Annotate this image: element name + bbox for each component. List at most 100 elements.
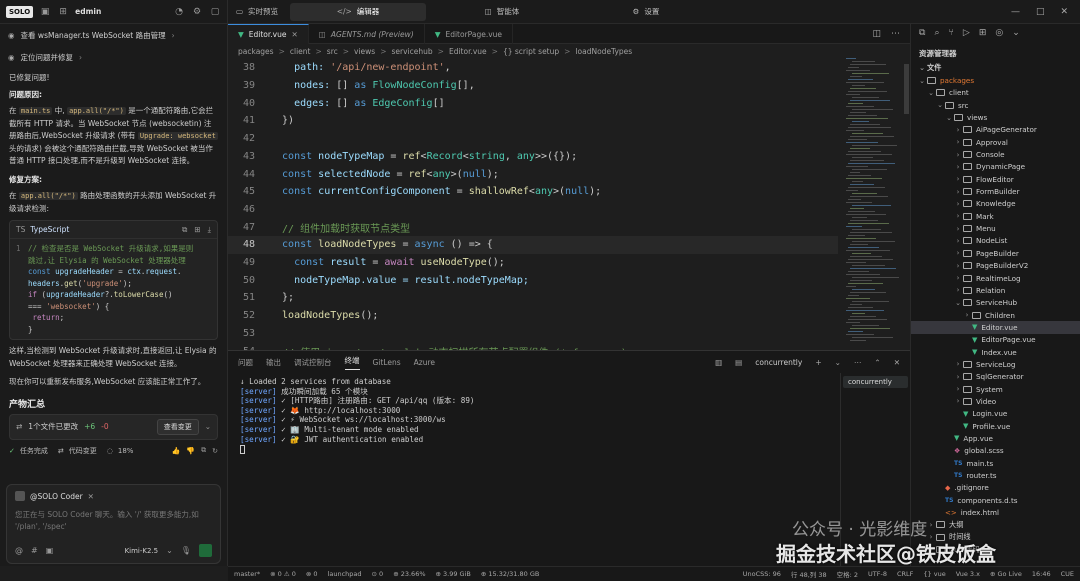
model-chevron-icon[interactable]: ⌄ [166,546,173,555]
grid-icon[interactable]: ⊞ [57,6,69,18]
thumb-down-icon[interactable]: 👎 [186,447,195,455]
code-line[interactable]: 48 const loadNodeTypes = async () => { [228,236,838,254]
mic-icon[interactable]: 🎙 [181,546,191,555]
model-select[interactable]: Kimi-K2.5 [125,547,159,555]
tab-settings[interactable]: ⚙ 设置 [578,3,714,21]
tree-folder[interactable]: › Relation [911,284,1080,296]
tree-file[interactable]: TS router.ts [911,469,1080,481]
breadcrumb-item[interactable]: {} script setup [503,47,559,56]
terminal-name[interactable]: concurrently [755,358,802,367]
status-indent[interactable]: 空格: 2 [837,569,858,579]
chevron-down-icon[interactable]: ⌄ [1012,28,1020,38]
code-line[interactable]: 43 const nodeTypeMap = ref < Record < string… [228,148,838,166]
tree-folder[interactable]: › FlowEditor [911,173,1080,185]
panel-tab-azure[interactable]: Azure [414,358,435,367]
code-line[interactable]: 45 const currentConfigComponent = shallo… [228,183,838,201]
breadcrumb-item[interactable]: packages [238,47,274,56]
settings-icon[interactable]: ⚙ [191,6,203,18]
source-control-icon[interactable]: ⑂ [948,28,953,38]
split-editor-icon[interactable]: ◫ [872,29,881,39]
retry-icon[interactable]: ↻ [212,447,218,455]
close-panel-icon[interactable]: ✕ [894,358,900,367]
close-icon[interactable]: ✕ [291,30,297,39]
split-icon[interactable]: ⌄ [835,358,841,367]
chat-placeholder[interactable]: 您正在与 SOLO Coder 聊天。输入 '/' 获取更多能力,如 '/pla… [7,507,220,535]
tree-folder[interactable]: › Children [911,309,1080,321]
view-changes-button[interactable]: 查看变更 [156,418,199,435]
tree-folder[interactable]: › PageBuilder [911,247,1080,259]
send-button[interactable] [199,544,212,557]
scrollbar[interactable] [904,64,909,114]
tree-folder[interactable]: › PageBuilderV2 [911,260,1080,272]
search-icon[interactable]: ⌕ [934,28,939,38]
thumb-up-icon[interactable]: 👍 [172,447,181,455]
cross-icon[interactable]: ✕ [88,492,94,501]
files-icon[interactable]: ⧉ [919,28,925,38]
status-sync[interactable]: ⊗ 0 ⚠ 0 [270,570,296,578]
sidebar-toggle-icon[interactable]: ▣ [39,6,51,18]
breadcrumb-item[interactable]: servicehub [392,47,433,56]
code-line[interactable]: 53 [228,325,838,343]
tree-folder[interactable]: › Menu [911,222,1080,234]
terminal-output[interactable]: ↓ Loaded 2 services from database [server… [240,377,475,455]
editor-tab-editor-vue[interactable]: ▼ Editor.vue ✕ [228,24,309,44]
tree-folder[interactable]: › 大纲 [911,519,1080,531]
tab-live-preview[interactable]: ▭ 实时预览 [228,3,286,21]
panel-tab-output[interactable]: 输出 [266,357,281,368]
task-item-view-ws[interactable]: ◉ 查看 wsManager.ts WebSocket 路由管理 › [0,24,227,46]
breadcrumb-item[interactable]: views [354,47,375,56]
status-unocss[interactable]: UnoCSS: 96 [743,570,781,578]
tree-file[interactable]: ▼ EditorPage.vue [911,334,1080,346]
code-change-label[interactable]: 代码变更 [69,446,97,456]
tree-folder[interactable]: › SqlGenerator [911,371,1080,383]
layout-icon[interactable]: ▢ [209,6,221,18]
tree-folder[interactable]: ⌄ ServiceHub [911,297,1080,309]
code-line[interactable]: 40 edges: [] as EdgeConfig[] [228,94,838,112]
tree-folder[interactable]: ⌄ client [911,87,1080,99]
tree-file[interactable]: TS main.ts [911,457,1080,469]
status-vue-version[interactable]: Vue 3.x [956,570,980,578]
editor-tab-agents-md[interactable]: ◫ AGENTS.md (Preview) [309,24,425,44]
tree-folder[interactable]: › DynamicPage [911,161,1080,173]
status-cue[interactable]: CUE [1061,570,1074,578]
panel-tab-gitlens[interactable]: GitLens [373,358,401,367]
tree-folder[interactable]: › NodeList [911,235,1080,247]
tree-folder[interactable]: › FormBuilder [911,185,1080,197]
tree-file[interactable]: ▼ Index.vue [911,346,1080,358]
tree-folder[interactable]: › Mark [911,210,1080,222]
panel-tab-problems[interactable]: 问题 [238,357,253,368]
minimize-icon[interactable]: — [1011,7,1020,17]
code-line[interactable]: 52 loadNodeTypes (); [228,307,838,325]
terminal-list-item[interactable]: concurrently [843,376,908,388]
breadcrumb-item[interactable]: src [327,47,338,56]
status-encoding[interactable]: UTF-8 [868,570,887,578]
file-change-card[interactable]: ⇄ 1个文件已更改 +6 -0 查看变更 ⌄ [9,413,218,440]
tree-file[interactable]: ▼ Profile.vue [911,420,1080,432]
tree-folder[interactable]: › Knowledge [911,198,1080,210]
code-line[interactable]: 38 path: '/api/new-endpoint', [228,59,838,77]
tree-file[interactable]: ▼ App.vue [911,432,1080,444]
minimap[interactable] [846,58,908,350]
bell-icon[interactable]: ◔ [173,6,185,18]
code-line[interactable]: 46 [228,201,838,219]
layout-icon[interactable]: ▥ [715,358,722,367]
copy-icon[interactable]: ⧉ [182,225,187,235]
chat-input-box[interactable]: @SOLO Coder ✕ 您正在与 SOLO Coder 聊天。输入 '/' … [6,484,221,564]
at-icon[interactable]: @ [15,546,23,555]
status-errors[interactable]: ⊗ 0 [306,570,318,578]
code-line[interactable]: 39 nodes: [] as FlowNodeConfig [], [228,77,838,95]
tree-file[interactable]: ▼ Login.vue [911,408,1080,420]
code-line[interactable]: 47 // 组件加载时获取节点类型 [228,218,838,236]
tree-folder[interactable]: › Approval [911,136,1080,148]
tree-folder[interactable]: › AiPageGenerator [911,124,1080,136]
status-position[interactable]: 行 48,列 38 [791,569,827,579]
hash-icon[interactable]: # [31,546,38,555]
chevron-down-icon[interactable]: ⌄ [205,422,211,431]
panel-tab-debug[interactable]: 调试控制台 [294,357,332,368]
task-item-locate[interactable]: ◉ 定位问题并修复 › [0,46,227,68]
files-section[interactable]: ⌄ 文件 [911,62,1080,74]
status-launchpad[interactable]: launchpad [328,570,362,578]
tree-folder[interactable]: ⌄ src [911,99,1080,111]
run-debug-icon[interactable]: ▷ [963,28,970,38]
tree-folder[interactable]: ⌄ packages [911,74,1080,86]
